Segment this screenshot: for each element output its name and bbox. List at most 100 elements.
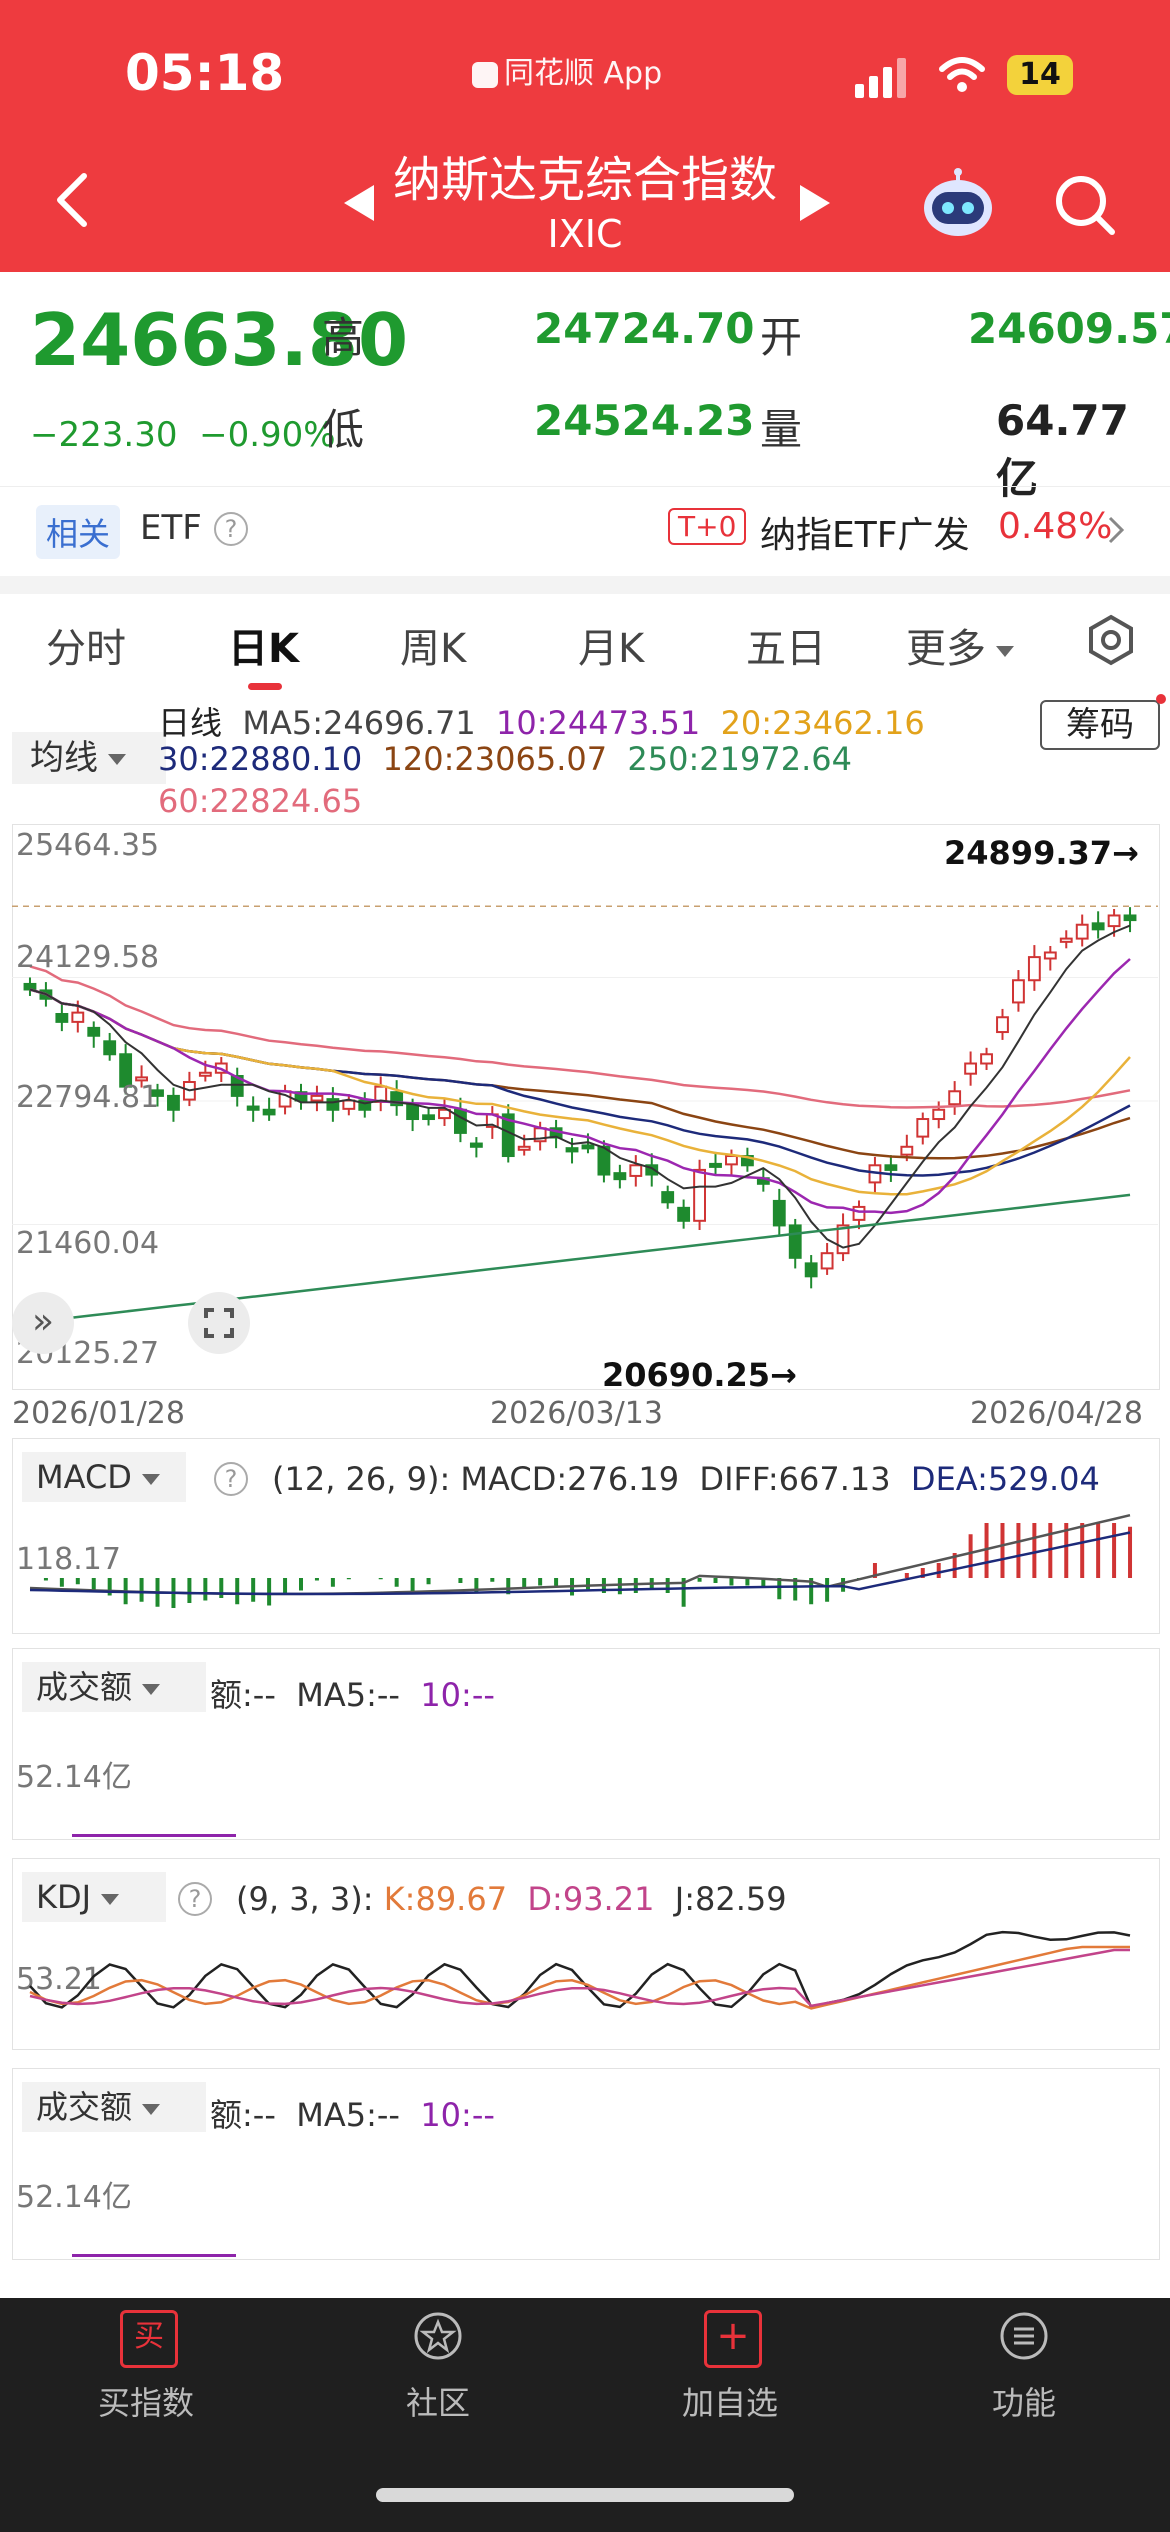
expand-icon[interactable]: » [12,1292,74,1354]
search-icon[interactable] [1052,172,1118,238]
nav-functions[interactable]: 功能 [924,2378,1124,2424]
help-icon[interactable]: ? [214,1462,248,1496]
price-change: −223.30 −0.90% [30,415,336,455]
candle-body [916,1118,930,1138]
candle-body [103,1040,117,1056]
menu-icon[interactable] [998,2310,1050,2362]
candle-body [1123,914,1137,922]
prev-index-icon[interactable] [344,185,374,221]
turnover-values: 额:-- MA5:-- 10:-- [210,1676,495,1714]
ma-selector-button[interactable]: 均线 [12,732,166,784]
candle-body [693,1168,706,1222]
chip-distribution-button[interactable]: 筹码 [1040,700,1160,750]
add-watchlist-icon[interactable]: + [704,2310,762,2368]
x-label-end: 2026/04/28 [970,1396,1143,1431]
etf-name[interactable]: 纳指ETF广发 [760,506,969,558]
help-icon[interactable]: ? [178,1882,212,1916]
page-title: 纳斯达克综合指数 [392,152,777,208]
candle-body [246,1105,260,1111]
low-label: 低 [322,405,365,454]
candle-body [1091,922,1105,931]
candle-body [709,1162,722,1168]
next-index-icon[interactable] [800,185,830,221]
candle-body [454,1108,467,1134]
back-icon[interactable] [52,170,92,230]
candle-body [1012,979,1025,1004]
candle-body [996,1016,1009,1034]
y-tick-3: 22794.81 [16,1080,160,1115]
ma-legend-row3: 60:22824.65 [158,782,363,820]
candle-body [87,1026,101,1037]
diff-line [29,1513,1131,1596]
candle-body [469,1142,483,1148]
candle-body [310,1094,324,1102]
help-icon[interactable]: ? [214,512,248,546]
candle-body [980,1053,993,1065]
candle-body [820,1252,834,1270]
kdj-j-line [29,1930,1131,2009]
candle-body [406,1104,420,1121]
tab-monthly-k[interactable]: 月K [578,616,644,674]
kdj-chart [29,1930,1131,2010]
turnover-y-label: 52.14亿 [16,1760,132,1795]
open-label: 开 [760,313,803,362]
turnover-selector-button-2[interactable]: 成交额 [22,2082,206,2132]
candle-body [262,1108,276,1116]
assistant-robot-icon[interactable] [918,168,998,240]
candle-body [342,1099,356,1110]
y-tick-1: 25464.35 [16,828,160,863]
nav-buy-index[interactable]: 买指数 [46,2378,246,2424]
candle-body [1059,937,1073,943]
change-value: −223.30 [30,415,178,455]
index-code: IXIC [547,212,623,256]
candle-body [198,1071,212,1077]
volume-label: 量 [760,405,803,454]
high-marker: 24899.37→ [944,834,1139,872]
caret-down-icon [141,1473,160,1485]
candle-body [1075,923,1089,940]
app-label: 同花顺 App [472,48,662,92]
tab-more[interactable]: 更多 [906,616,1014,674]
candle-body [964,1062,978,1075]
candle-body [565,1147,579,1153]
tab-daily-k[interactable]: 日K [228,616,299,674]
chevron-right-icon[interactable] [1106,514,1126,546]
high-value: 24724.70 [534,304,755,353]
candle-body [804,1262,818,1278]
buy-icon[interactable]: 买 [120,2310,178,2368]
candle-body [884,1164,898,1171]
turnover-ma-line [72,1834,236,1837]
tab-five-day[interactable]: 五日 [746,616,826,674]
kdj-values: (9, 3, 3): K:89.67 D:93.21 J:82.59 [236,1880,787,1918]
change-percent: −0.90% [199,415,336,455]
macd-values: (12, 26, 9): MACD:276.19 DIFF:667.13 DEA… [272,1460,1100,1498]
nav-add-watchlist[interactable]: 加自选 [630,2378,830,2424]
kdj-selector-button[interactable]: KDJ [22,1872,166,1922]
status-time: 05:18 [125,44,285,102]
tab-intraday[interactable]: 分时 [46,616,126,674]
macd-selector-button[interactable]: MACD [22,1452,186,1502]
tab-weekly-k[interactable]: 周K [400,616,466,674]
turnover-selector-button[interactable]: 成交额 [22,1662,206,1712]
related-tag: 相关 [36,505,121,559]
candle-body [613,1172,627,1181]
active-tab-indicator [248,683,282,690]
open-value: 24609.57 [968,304,1170,353]
fullscreen-icon[interactable] [188,1292,250,1354]
caret-down-icon [996,645,1014,657]
candle-body [772,1199,786,1227]
nav-community[interactable]: 社区 [338,2378,538,2424]
section-divider [0,576,1170,594]
settings-icon[interactable] [1085,614,1137,666]
turnover-ma-line-2 [72,2254,236,2257]
macd-chart [29,1513,1133,1608]
candle-body [23,982,37,991]
ma-legend-row2: 30:22880.10 120:23065.07 250:21972.64 [158,740,852,778]
community-icon[interactable] [412,2310,464,2362]
candle-body [900,1145,914,1156]
candle-body [55,1013,69,1023]
app-name: 同花顺 App [504,56,663,91]
candle-body [948,1090,962,1106]
caret-down-icon [101,1893,120,1905]
y-tick-2: 24129.58 [16,940,160,975]
